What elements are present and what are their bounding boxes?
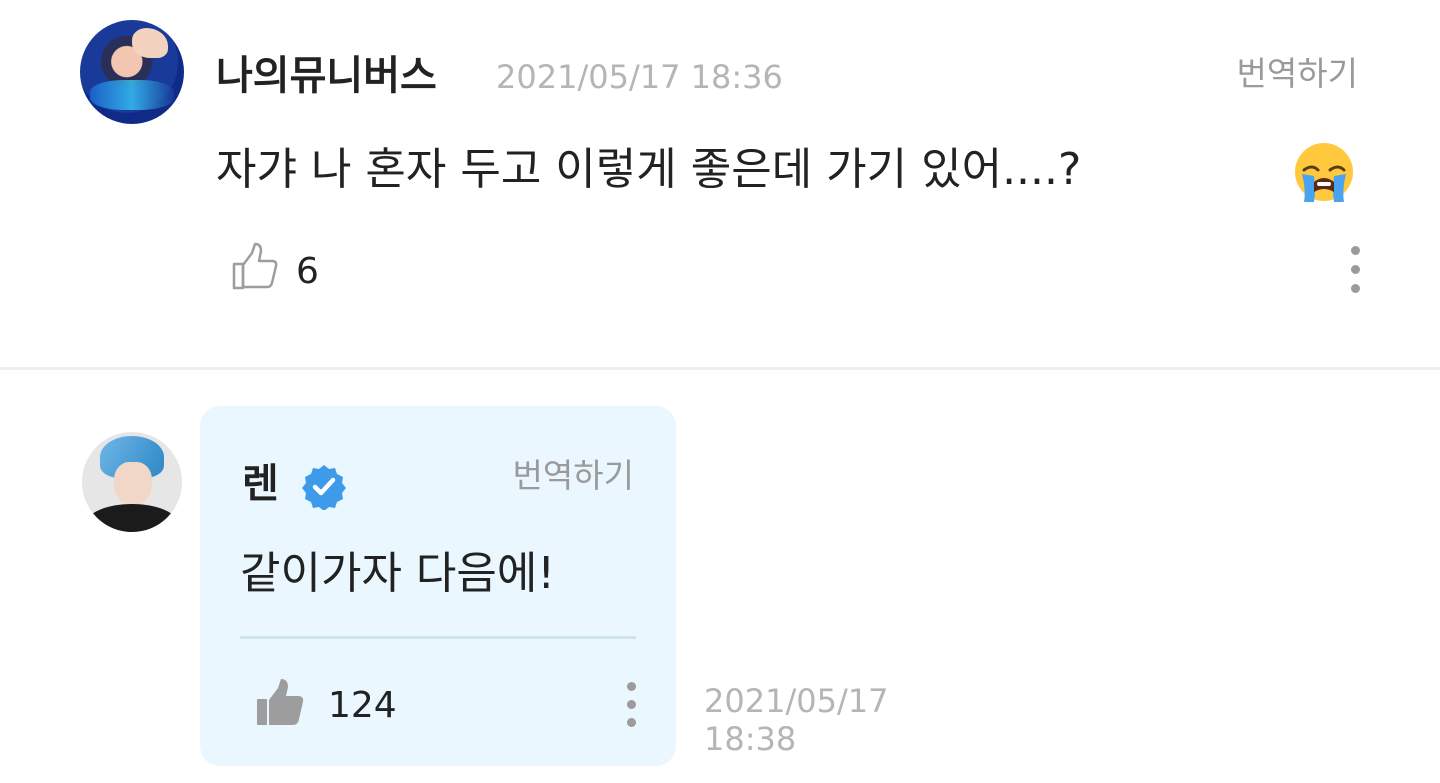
- reply-timestamp-date: 2021/05/17: [704, 682, 889, 720]
- comment: 나의뮤니버스 2021/05/17 18:36 번역하기 자갸 나 혼자 두고 …: [0, 0, 1440, 368]
- more-dot: [1351, 284, 1360, 293]
- avatar-stage-light: [90, 80, 174, 110]
- like-count: 124: [328, 685, 397, 726]
- avatar-face: [114, 462, 152, 506]
- avatar[interactable]: [80, 20, 184, 124]
- crying-face-emoji-icon: [1295, 143, 1353, 202]
- thumbs-up-outline-icon[interactable]: [230, 242, 282, 294]
- more-dot: [1351, 246, 1360, 255]
- reply-username[interactable]: 렌: [242, 458, 279, 510]
- verified-badge-icon: [302, 465, 346, 510]
- more-dot: [627, 682, 636, 691]
- comment-username[interactable]: 나의뮤니버스: [216, 50, 437, 102]
- comment-divider: [0, 367, 1440, 370]
- more-dot: [627, 718, 636, 727]
- bubble-divider: [240, 636, 636, 639]
- more-dot: [627, 700, 636, 709]
- comment-timestamp: 2021/05/17 18:36: [496, 58, 783, 96]
- reply-timestamp: 2021/05/17 18:38: [704, 682, 888, 758]
- reply-timestamp-time: 18:38: [704, 720, 797, 758]
- like-count: 6: [296, 251, 319, 292]
- avatar-shirt: [86, 504, 178, 532]
- reply-text: 같이가자 다음에!: [240, 548, 555, 599]
- reply-avatar[interactable]: [82, 432, 182, 532]
- more-vertical-icon[interactable]: [616, 678, 646, 730]
- translate-button[interactable]: 번역하기: [513, 454, 634, 498]
- translate-button[interactable]: 번역하기: [1237, 52, 1358, 96]
- more-vertical-icon[interactable]: [1340, 240, 1370, 300]
- avatar-hand: [132, 28, 168, 58]
- comment-text: 자갸 나 혼자 두고 이렇게 좋은데 가기 있어....?: [216, 144, 1082, 195]
- thumbs-up-filled-icon[interactable]: [254, 678, 306, 730]
- comment-thread: 나의뮤니버스 2021/05/17 18:36 번역하기 자갸 나 혼자 두고 …: [0, 0, 1440, 783]
- more-dot: [1351, 265, 1360, 274]
- reply-bubble: 렌 번역하기 같이가자 다음에! 124: [200, 406, 676, 766]
